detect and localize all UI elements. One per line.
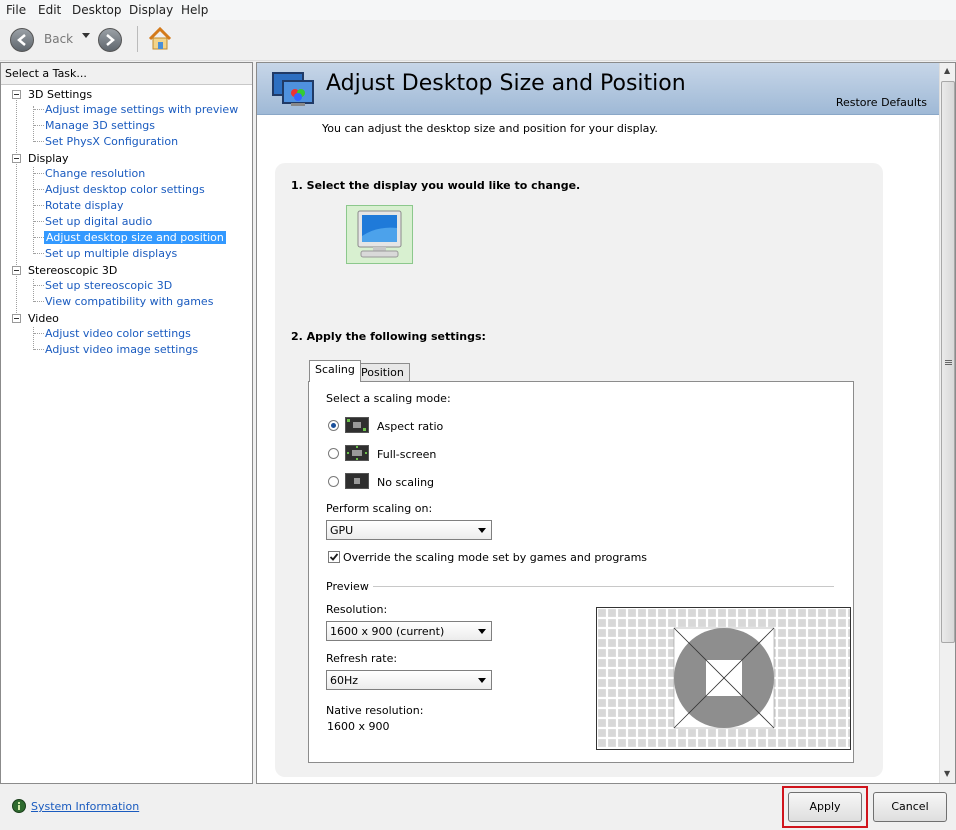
menu-file[interactable]: File [6,3,26,17]
override-label[interactable]: Override the scaling mode set by games a… [343,551,647,564]
scroll-down-icon[interactable]: ▼ [944,769,950,778]
scaling-preview [596,607,851,750]
refresh-rate-value: 60Hz [330,674,359,687]
tree-item-video-color-settings[interactable]: Adjust video color settings [45,327,191,340]
tree-item-multiple-displays[interactable]: Set up multiple displays [45,247,177,260]
native-resolution-label: Native resolution: [326,704,424,717]
forward-arrow-icon[interactable] [98,28,122,52]
resolution-label: Resolution: [326,603,388,616]
refresh-rate-select[interactable]: 60Hz [326,670,492,690]
page-banner: Adjust Desktop Size and Position Restore… [257,63,939,115]
tree-item-change-resolution[interactable]: Change resolution [45,167,145,180]
menu-bar: File Edit Desktop Display Help [0,0,956,20]
vertical-scrollbar[interactable]: ▲ ▼ [939,63,955,783]
menu-help[interactable]: Help [181,3,208,17]
aspect-ratio-icon [345,417,369,433]
tree-item-physx-configuration[interactable]: Set PhysX Configuration [45,135,178,148]
tree-item-rotate-display[interactable]: Rotate display [45,199,124,212]
preview-section-label: Preview [326,580,369,593]
collapse-toggle-icon[interactable] [12,266,21,275]
scrollbar-thumb[interactable] [941,81,955,643]
resolution-value: 1600 x 900 (current) [330,625,445,638]
perform-scaling-value: GPU [330,524,354,537]
collapse-toggle-icon[interactable] [12,90,21,99]
toolbar-separator [137,26,138,52]
history-dropdown-icon[interactable] [82,33,90,38]
system-information-icon[interactable] [12,799,26,813]
tree-item-digital-audio[interactable]: Set up digital audio [45,215,152,228]
chevron-down-icon [478,528,486,533]
no-scaling-radio[interactable] [328,476,339,487]
system-information-link[interactable]: System Information [31,800,139,813]
tree-category-video[interactable]: Video [28,312,59,325]
collapse-toggle-icon[interactable] [12,154,21,163]
refresh-rate-label: Refresh rate: [326,652,398,665]
scaling-mode-label: Select a scaling mode: [326,392,451,405]
menu-display[interactable]: Display [129,3,173,17]
tree-item-desktop-size-position[interactable]: Adjust desktop size and position [44,231,226,244]
tree-item-compatibility-games[interactable]: View compatibility with games [45,295,213,308]
full-screen-label[interactable]: Full-screen [377,448,436,461]
no-scaling-label[interactable]: No scaling [377,476,434,489]
no-scaling-icon [345,473,369,489]
toolbar: Back [0,20,956,61]
menu-desktop[interactable]: Desktop [72,3,122,17]
page-description: You can adjust the desktop size and posi… [322,122,658,135]
display-selector[interactable] [346,205,413,264]
tree-item-desktop-color-settings[interactable]: Adjust desktop color settings [45,183,205,196]
tree-item-manage-3d-settings[interactable]: Manage 3D settings [45,119,155,132]
tree-item-setup-stereoscopic-3d[interactable]: Set up stereoscopic 3D [45,279,172,292]
tree-category-display[interactable]: Display [28,152,69,165]
tab-scaling[interactable]: Scaling [309,360,361,382]
tree-item-adjust-image-settings[interactable]: Adjust image settings with preview [45,103,238,116]
step2-heading: 2. Apply the following settings: [291,330,486,343]
tree-item-video-image-settings[interactable]: Adjust video image settings [45,343,198,356]
aspect-ratio-label[interactable]: Aspect ratio [377,420,443,433]
tree-category-3d-settings[interactable]: 3D Settings [28,88,92,101]
chevron-down-icon [478,629,486,634]
cancel-button[interactable]: Cancel [873,792,947,822]
preview-divider [373,586,834,587]
chevron-down-icon [478,678,486,683]
resolution-select[interactable]: 1600 x 900 (current) [326,621,492,641]
perform-scaling-select[interactable]: GPU [326,520,492,540]
task-panel-header: Select a Task... [1,63,252,85]
task-panel-title: Select a Task... [5,67,87,80]
home-icon[interactable] [147,26,173,52]
collapse-toggle-icon[interactable] [12,314,21,323]
menu-edit[interactable]: Edit [38,3,61,17]
back-arrow-icon[interactable] [10,28,34,52]
apply-button[interactable]: Apply [788,792,862,822]
task-tree-panel: Select a Task... 3D Settings Adjust imag… [0,62,253,784]
full-screen-icon [345,445,369,461]
full-screen-radio[interactable] [328,448,339,459]
scaling-tab-pane: Select a scaling mode: Aspect ratio Full… [308,381,854,763]
scroll-up-icon[interactable]: ▲ [944,66,950,75]
display-settings-icon [271,71,317,109]
back-button[interactable]: Back [44,32,73,46]
aspect-ratio-radio[interactable] [328,420,339,431]
content-panel: Adjust Desktop Size and Position Restore… [256,62,956,784]
restore-defaults-link[interactable]: Restore Defaults [836,96,927,109]
override-checkbox[interactable] [328,551,340,563]
perform-scaling-label: Perform scaling on: [326,502,433,515]
native-resolution-value: 1600 x 900 [327,720,390,733]
step1-heading: 1. Select the display you would like to … [291,179,581,192]
tab-position[interactable]: Position [355,363,410,382]
page-title: Adjust Desktop Size and Position [326,71,686,96]
tree-category-stereoscopic-3d[interactable]: Stereoscopic 3D [28,264,117,277]
